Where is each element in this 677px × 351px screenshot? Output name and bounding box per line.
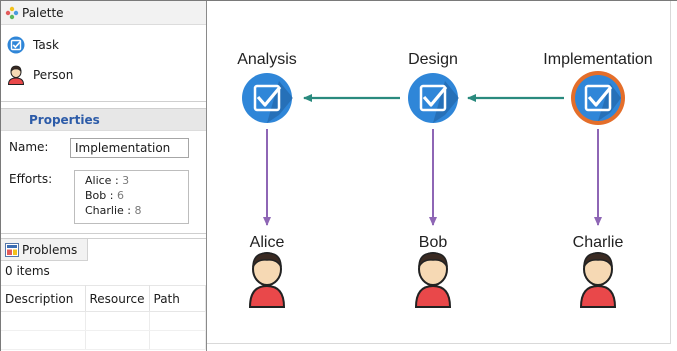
table-cell (1, 311, 86, 331)
person-node-alice[interactable]: Alice (248, 234, 286, 308)
problems-count: 0 items (5, 264, 50, 278)
palette-icon (5, 6, 19, 20)
person-icon (7, 65, 25, 85)
table-cell (149, 311, 206, 331)
table-cell (85, 330, 150, 350)
effort-name: Charlie (85, 204, 124, 217)
effort-row: Bob : 6 (85, 188, 188, 203)
table-cell (149, 330, 206, 350)
effort-row: Charlie : 8 (85, 203, 188, 218)
effort-separator: : (123, 204, 135, 217)
effort-separator: : (111, 174, 123, 187)
task-node-analysis[interactable]: Analysis (237, 51, 297, 123)
table-row (1, 311, 206, 331)
left-sidebar: Palette Task Person Properties Name: Imp… (1, 1, 207, 351)
column-header-path[interactable]: Path (149, 285, 206, 312)
person-icon (579, 252, 617, 308)
properties-title: Properties (29, 112, 100, 127)
properties-header: Properties (1, 109, 206, 131)
problems-icon (5, 242, 19, 257)
person-node-bob[interactable]: Bob (414, 234, 452, 308)
person-icon (248, 252, 286, 308)
table-row (1, 330, 206, 350)
column-header-description[interactable]: Description (1, 285, 86, 312)
palette-panel: Palette Task Person (1, 1, 206, 102)
name-label: Name: (9, 140, 49, 154)
table-cell (1, 330, 86, 350)
palette-header: Palette (1, 1, 206, 25)
problems-title: Problems (22, 242, 78, 257)
person-label: Alice (250, 234, 285, 251)
table-header-row: Description Resource Path (1, 285, 206, 312)
column-header-resource[interactable]: Resource (85, 285, 150, 312)
task-label: Design (408, 51, 458, 68)
person-node-charlie[interactable]: Charlie (573, 234, 624, 308)
task-node-implementation[interactable]: Implementation (543, 51, 653, 125)
task-icon (242, 73, 293, 123)
palette-item-task[interactable]: Task (7, 34, 59, 56)
palette-item-label: Task (33, 38, 59, 52)
task-icon (7, 36, 25, 54)
properties-panel: Properties Name: Efforts: Alice : 3 Bob … (1, 108, 206, 234)
task-label: Implementation (543, 51, 652, 68)
task-node-design[interactable]: Design (408, 51, 459, 123)
effort-value: 8 (134, 204, 142, 217)
effort-row: Alice : 3 (85, 173, 188, 188)
effort-separator: : (106, 189, 117, 202)
task-icon (571, 71, 625, 125)
person-icon (414, 252, 452, 308)
task-label: Analysis (237, 51, 297, 68)
effort-value: 3 (122, 174, 130, 187)
effort-name: Alice (85, 174, 112, 187)
palette-title: Palette (22, 5, 64, 20)
application-window: Palette Task Person Properties Name: Imp… (0, 0, 677, 351)
effort-name: Bob (85, 189, 107, 202)
name-field[interactable] (70, 138, 189, 158)
table-cell (85, 311, 150, 331)
efforts-label: Efforts: (9, 172, 53, 186)
person-label: Charlie (573, 234, 624, 251)
palette-item-label: Person (33, 68, 74, 82)
palette-item-person[interactable]: Person (7, 64, 73, 86)
task-icon (408, 73, 459, 123)
problems-panel: Problems 0 items Description Resource Pa… (1, 238, 206, 351)
diagram-svg: Analysis Design Implementation Alice Bob… (237, 51, 653, 308)
problems-table: Description Resource Path (1, 285, 206, 350)
effort-value: 6 (116, 189, 124, 202)
person-label: Bob (419, 234, 448, 251)
diagram-canvas[interactable]: Analysis Design Implementation Alice Bob… (207, 1, 677, 351)
tab-problems[interactable]: Problems (1, 239, 88, 261)
efforts-list[interactable]: Alice : 3 Bob : 6 Charlie : 8 (74, 170, 189, 224)
